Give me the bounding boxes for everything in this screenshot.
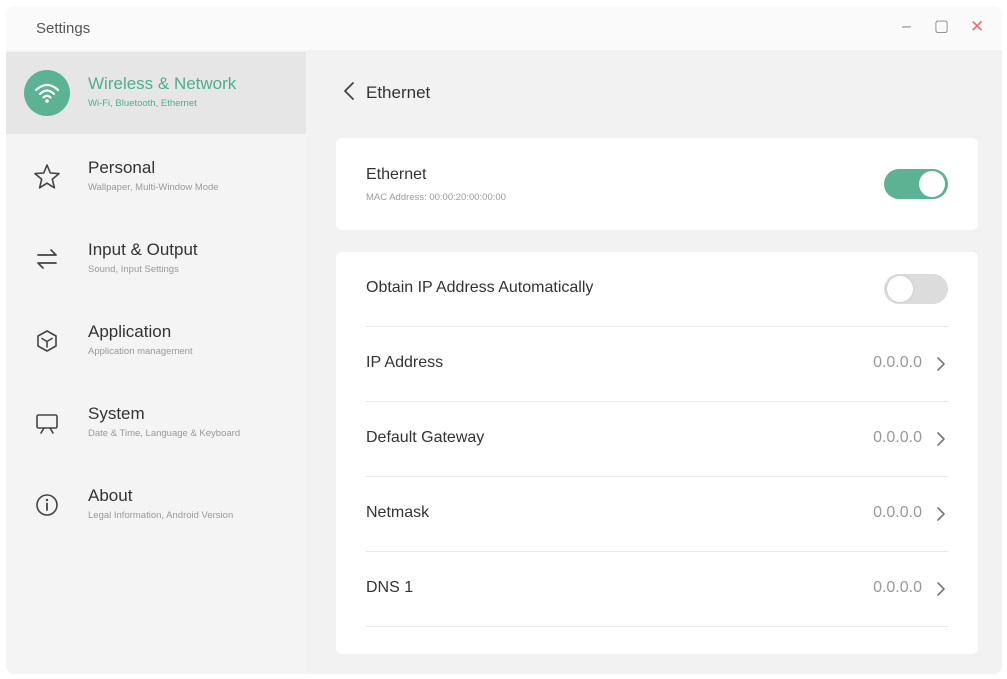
sidebar-item-title: Input & Output bbox=[88, 240, 198, 259]
row-label: DNS 1 bbox=[366, 579, 414, 596]
ethernet-card: Ethernet MAC Address: 00:00:20:00:00:00 bbox=[336, 138, 978, 230]
toggle-knob bbox=[919, 171, 945, 197]
obtain-ip-row: Obtain IP Address Automatically bbox=[366, 252, 948, 327]
obtain-ip-label: Obtain IP Address Automatically bbox=[366, 279, 594, 296]
main-panel: Ethernet Ethernet MAC Address: 00:00:20:… bbox=[306, 50, 1002, 674]
row-label: Netmask bbox=[366, 504, 430, 521]
netmask-row[interactable]: Netmask 0.0.0.0 bbox=[366, 477, 948, 552]
box-icon bbox=[24, 318, 70, 364]
obtain-ip-toggle[interactable] bbox=[884, 274, 948, 304]
ethernet-toggle[interactable] bbox=[884, 169, 948, 199]
ip-settings-card: Obtain IP Address Automatically IP Addre… bbox=[336, 252, 978, 654]
chevron-right-icon bbox=[936, 505, 946, 528]
sidebar-item-subtitle: Wi-Fi, Bluetooth, Ethernet bbox=[88, 98, 197, 109]
mac-address: MAC Address: 00:00:20:00:00:00 bbox=[366, 192, 506, 203]
star-icon bbox=[24, 154, 70, 200]
sidebar-item-input-output[interactable]: Input & Output Sound, Input Settings bbox=[6, 218, 306, 300]
sidebar-item-about[interactable]: About Legal Information, Android Version bbox=[6, 464, 306, 546]
minimize-button[interactable]: – bbox=[902, 18, 911, 36]
toggle-knob bbox=[887, 276, 913, 302]
sidebar-item-subtitle: Application management bbox=[88, 346, 193, 357]
back-button[interactable]: Ethernet bbox=[342, 78, 430, 108]
title-bar: Settings – ▢ ✕ bbox=[6, 6, 1002, 50]
dns1-row[interactable]: DNS 1 0.0.0.0 bbox=[366, 552, 948, 627]
page-title: Ethernet bbox=[366, 83, 431, 102]
sidebar-item-application[interactable]: Application Application management bbox=[6, 300, 306, 382]
row-value: 0.0.0.0 bbox=[873, 429, 922, 446]
row-value: 0.0.0.0 bbox=[873, 504, 922, 521]
swap-arrows-icon bbox=[24, 236, 70, 282]
chevron-right-icon bbox=[936, 580, 946, 603]
sidebar-item-wireless-network[interactable]: Wireless & Network Wi-Fi, Bluetooth, Eth… bbox=[6, 52, 306, 134]
sidebar-item-subtitle: Sound, Input Settings bbox=[88, 264, 179, 275]
close-button[interactable]: ✕ bbox=[970, 18, 984, 36]
window-title: Settings bbox=[36, 20, 91, 37]
row-value: 0.0.0.0 bbox=[873, 579, 922, 596]
default-gateway-row[interactable]: Default Gateway 0.0.0.0 bbox=[366, 402, 948, 477]
chevron-left-icon bbox=[342, 80, 356, 107]
ethernet-title: Ethernet bbox=[366, 166, 427, 183]
info-icon bbox=[24, 482, 70, 528]
sidebar-item-title: Wireless & Network bbox=[88, 74, 237, 93]
ip-address-row[interactable]: IP Address 0.0.0.0 bbox=[366, 327, 948, 402]
settings-window: Settings – ▢ ✕ Wireless & Network Wi-Fi,… bbox=[6, 6, 1002, 674]
monitor-icon bbox=[24, 400, 70, 446]
chevron-right-icon bbox=[936, 430, 946, 453]
sidebar-item-title: About bbox=[88, 486, 133, 505]
row-value: 0.0.0.0 bbox=[873, 354, 922, 371]
sidebar-item-subtitle: Wallpaper, Multi-Window Mode bbox=[88, 182, 219, 193]
sidebar: Wireless & Network Wi-Fi, Bluetooth, Eth… bbox=[6, 50, 306, 674]
sidebar-item-title: Personal bbox=[88, 158, 156, 177]
sidebar-item-personal[interactable]: Personal Wallpaper, Multi-Window Mode bbox=[6, 136, 306, 218]
wifi-icon bbox=[24, 70, 70, 116]
row-label: IP Address bbox=[366, 354, 444, 371]
row-label: Default Gateway bbox=[366, 429, 485, 446]
sidebar-item-subtitle: Legal Information, Android Version bbox=[88, 510, 234, 521]
sidebar-item-title: System bbox=[88, 404, 145, 423]
sidebar-item-subtitle: Date & Time, Language & Keyboard bbox=[88, 428, 241, 439]
maximize-button[interactable]: ▢ bbox=[934, 18, 949, 36]
chevron-right-icon bbox=[936, 355, 946, 378]
sidebar-item-title: Application bbox=[88, 322, 172, 341]
sidebar-item-system[interactable]: System Date & Time, Language & Keyboard bbox=[6, 382, 306, 464]
